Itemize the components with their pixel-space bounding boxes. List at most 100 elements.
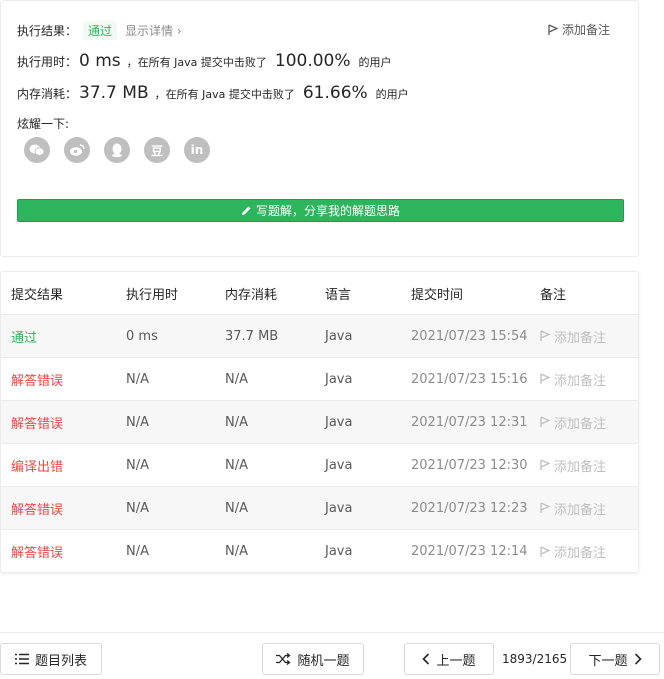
header-language: 语言 [325,287,352,303]
submission-status[interactable]: 解答错误 [11,542,63,561]
footer-divider [0,632,664,633]
add-note-label: 添加备注 [561,23,610,37]
submission-time: 2021/07/23 12:14 [411,544,528,559]
runtime-label: 执行用时： [17,55,78,69]
table-row: 通过 0 ms 37.7 MB Java 2021/07/23 15:54 添加备注 [1,315,638,358]
random-problem-button[interactable]: 随机一题 [262,643,364,675]
share-icons: 豆 in [24,137,210,163]
table-row: 解答错误 N/A N/A Java 2021/07/23 12:23 添加备注 [1,487,638,530]
submission-memory: N/A [225,371,248,387]
flag-icon [548,23,558,35]
next-problem-label: 下一题 [588,653,628,669]
problem-pager: 1893/2165 [502,652,568,666]
prev-problem-label: 上一题 [436,653,476,669]
row-add-note-button[interactable]: 添加备注 [540,327,606,346]
row-add-note-label: 添加备注 [554,373,607,389]
row-add-note-button[interactable]: 添加备注 [540,413,606,432]
submission-language: Java [325,371,353,387]
runtime-users-text: 的用户 [358,56,392,69]
flag-icon [540,373,550,384]
row-add-note-button[interactable]: 添加备注 [540,542,606,561]
problem-list-label: 题目列表 [34,653,87,669]
row-add-note-label: 添加备注 [554,330,607,346]
submission-time: 2021/07/23 12:31 [411,414,528,430]
header-runtime: 执行用时 [126,287,179,303]
header-note: 备注 [540,287,567,303]
table-row: 解答错误 N/A N/A Java 2021/07/23 12:14 添加备注 [1,530,638,572]
row-add-note-label: 添加备注 [554,459,607,475]
random-problem-label: 随机一题 [297,653,350,669]
flag-icon [540,459,550,470]
flag-icon [540,502,550,513]
row-add-note-label: 添加备注 [554,502,607,518]
add-note-button[interactable]: 添加备注 [548,21,610,38]
write-solution-button[interactable]: 写题解，分享我的解题思路 [17,199,624,222]
submission-status[interactable]: 编译出错 [11,456,63,475]
runtime-row: 执行用时： 0 ms ，在所有 Java 提交中击败了 100.00% 的用户 [17,51,392,71]
submission-runtime: N/A [126,414,149,430]
submission-memory: N/A [225,457,248,473]
linkedin-icon[interactable]: in [184,137,210,163]
submission-language: Java [325,328,353,344]
submission-runtime: N/A [126,371,149,387]
submission-runtime: N/A [126,457,149,473]
submission-status[interactable]: 解答错误 [11,499,63,518]
show-details-link[interactable]: 显示详情 › [125,22,182,39]
submission-memory: 37.7 MB [225,328,279,344]
submission-language: Java [325,414,353,430]
problem-list-button[interactable]: 题目列表 [0,643,102,675]
flag-icon [540,545,550,557]
table-header: 提交结果 执行用时 内存消耗 语言 提交时间 备注 [1,272,638,315]
memory-value: 37.7 MB [79,83,149,103]
pencil-icon [241,206,251,215]
submission-memory: N/A [225,414,248,430]
prev-problem-button[interactable]: 上一题 [404,643,494,675]
memory-row: 内存消耗： 37.7 MB ，在所有 Java 提交中击败了 61.66% 的用… [17,83,409,103]
submission-runtime: N/A [126,544,149,559]
result-status-row: 执行结果： 通过 显示详情 › [17,21,182,40]
submission-time: 2021/07/23 12:30 [411,457,528,473]
submission-language: Java [325,544,353,559]
chevron-right-icon [634,653,642,665]
status-label: 执行结果： [17,24,78,38]
memory-label: 内存消耗： [17,87,78,101]
weibo-icon[interactable] [64,137,90,163]
share-label: 炫耀一下: [17,117,70,131]
submission-language: Java [325,500,353,516]
memory-percentile: 61.66% [302,83,368,103]
flag-icon [540,416,550,427]
submission-memory: N/A [225,500,248,516]
runtime-value: 0 ms [79,51,121,71]
header-memory: 内存消耗 [225,287,278,303]
submission-time: 2021/07/23 12:23 [411,500,528,516]
submission-time: 2021/07/23 15:16 [411,371,528,387]
row-add-note-button[interactable]: 添加备注 [540,370,606,389]
submission-status[interactable]: 通过 [11,327,37,346]
row-add-note-label: 添加备注 [554,416,607,432]
status-badge: 通过 [83,21,118,40]
memory-beat-text: ，在所有 Java 提交中击败了 [154,88,295,101]
header-submit-time: 提交时间 [411,287,464,303]
submission-time: 2021/07/23 15:54 [411,328,528,344]
chevron-left-icon [422,653,430,665]
shuffle-icon [276,653,292,665]
table-row: 解答错误 N/A N/A Java 2021/07/23 15:16 添加备注 [1,358,638,401]
table-row: 编译出错 N/A N/A Java 2021/07/23 12:30 添加备注 [1,444,638,487]
submissions-table: 提交结果 执行用时 内存消耗 语言 提交时间 备注 通过 0 ms 37.7 MB J… [0,271,639,573]
qq-icon[interactable] [104,137,130,163]
runtime-percentile: 100.00% [274,51,351,71]
submission-runtime: 0 ms [126,328,158,344]
submission-memory: N/A [225,544,248,559]
wechat-icon[interactable] [24,137,50,163]
list-icon [14,653,29,665]
row-add-note-button[interactable]: 添加备注 [540,499,606,518]
row-add-note-button[interactable]: 添加备注 [540,456,606,475]
douban-icon[interactable]: 豆 [144,137,170,163]
submission-status[interactable]: 解答错误 [11,370,63,389]
submission-status[interactable]: 解答错误 [11,413,63,432]
submission-runtime: N/A [126,500,149,516]
write-solution-label: 写题解，分享我的解题思路 [255,204,400,218]
row-add-note-label: 添加备注 [554,546,607,561]
result-card: 执行结果： 通过 显示详情 › 添加备注 执行用时： 0 ms ，在所有 Jav… [0,0,639,257]
next-problem-button[interactable]: 下一题 [570,643,660,675]
